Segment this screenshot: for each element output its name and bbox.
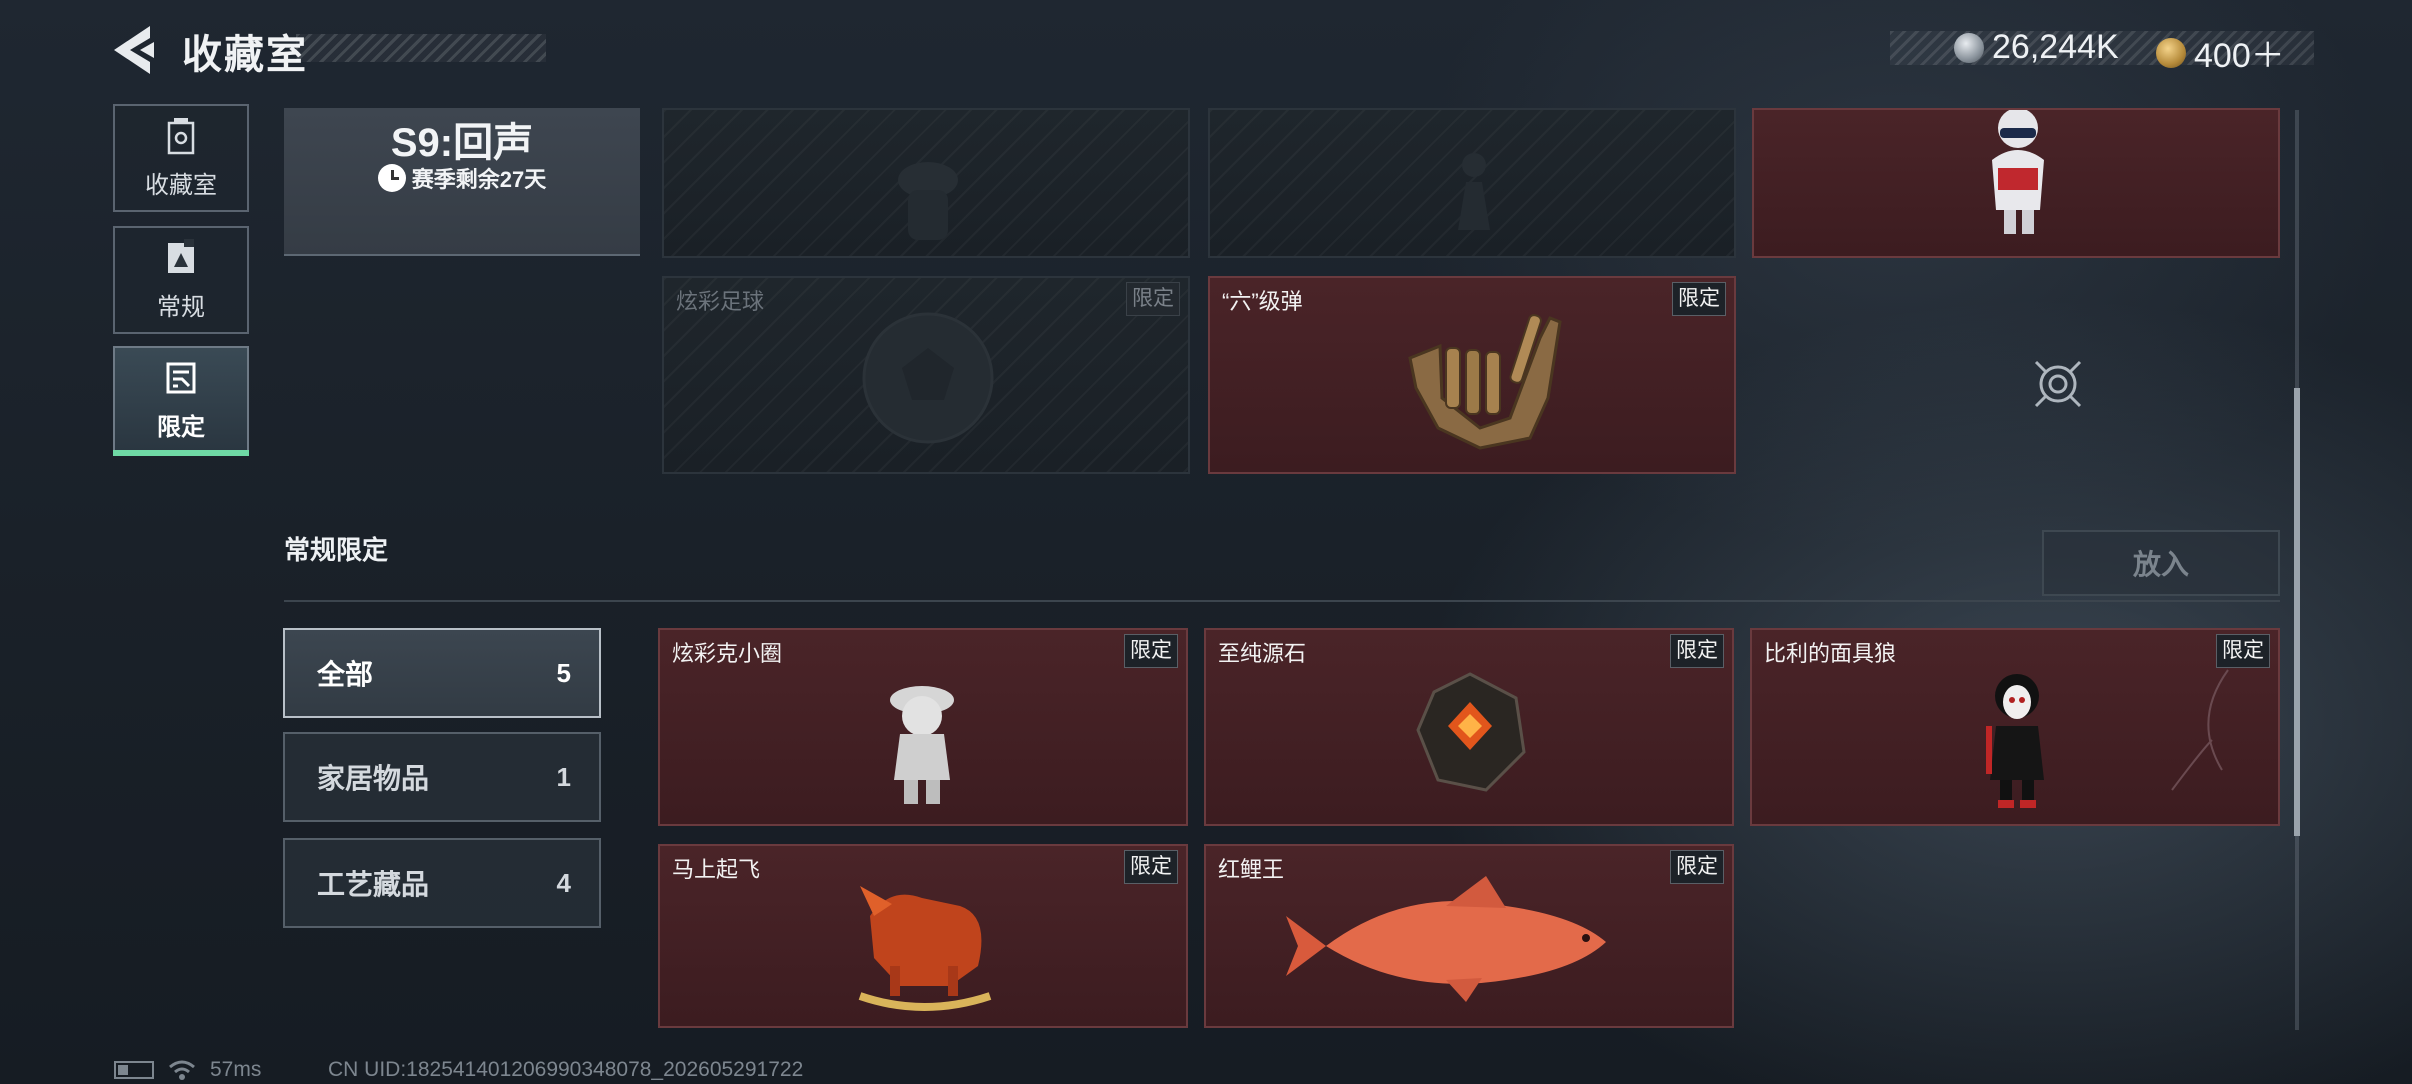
- currency-silver-value: 26,244K: [1992, 28, 2119, 66]
- scrollbar-thumb[interactable]: [2294, 388, 2300, 836]
- season-item-slot-1[interactable]: [662, 108, 1190, 258]
- robot-figure-icon: [1992, 110, 2044, 234]
- currency-gold[interactable]: 400＋: [2156, 28, 2285, 77]
- filter-count: 1: [556, 761, 571, 792]
- currency-silver: 26,244K: [1954, 28, 2119, 67]
- nav-regular-label: 常规: [157, 293, 205, 321]
- regular-item-2[interactable]: 至纯源石 限定: [1204, 628, 1734, 826]
- battery-icon: [114, 1061, 154, 1079]
- page-title: 收藏室: [182, 33, 308, 77]
- add-slot-target-icon[interactable]: [2032, 358, 2084, 410]
- nav-regular[interactable]: 常规: [113, 226, 249, 334]
- season-item-football[interactable]: 炫彩足球 限定: [662, 276, 1190, 474]
- nav-collection-label: 收藏室: [145, 171, 217, 199]
- nav-active-indicator: [113, 450, 249, 456]
- filter-home-items[interactable]: 家居物品 1: [283, 732, 601, 822]
- uid-text: CN UID:18254140120699034807​8_2026052917…: [328, 1058, 804, 1081]
- nav-limited-label: 限定: [157, 413, 205, 441]
- collection-icon: [167, 117, 195, 154]
- figure-silhouette-icon: [898, 162, 958, 240]
- season-item-slot-2[interactable]: [1208, 108, 1736, 258]
- red-carp-icon: [1286, 876, 1606, 1002]
- section-divider: [284, 600, 2280, 602]
- season-item-slot-3[interactable]: [1752, 108, 2280, 258]
- filter-count: 5: [556, 657, 571, 688]
- filter-label: 工艺藏品: [317, 869, 430, 900]
- limited-tag: 限定: [1124, 850, 1178, 884]
- nav-collection[interactable]: 收藏室: [113, 104, 249, 212]
- item-name: 至纯源石: [1218, 641, 1307, 666]
- item-name: “六”级弹: [1222, 289, 1303, 314]
- limited-tag: 限定: [2216, 634, 2270, 668]
- season-remaining-text: 赛季剩余27天: [411, 167, 547, 192]
- limited-icon: [166, 362, 196, 393]
- season-remaining: 赛季剩余27天: [284, 162, 640, 194]
- back-arrow-icon: [114, 26, 154, 74]
- limited-tag: 限定: [1670, 634, 1724, 668]
- season-title: S9:回声: [390, 121, 534, 165]
- currency-gold-value: 400＋: [2194, 37, 2285, 75]
- ping-text: 57ms: [210, 1058, 262, 1081]
- status-bar: 57ms: [114, 1058, 261, 1082]
- limited-tag: 限定: [1126, 282, 1180, 316]
- season-item-bullet-hand[interactable]: “六”级弹 限定: [1208, 276, 1736, 474]
- regular-item-1[interactable]: 炫彩克小圈 限定: [658, 628, 1188, 826]
- filter-label: 家居物品: [317, 763, 430, 794]
- filter-label: 全部: [317, 659, 374, 690]
- regular-item-5[interactable]: 红鲤王 限定: [1204, 844, 1734, 1028]
- item-name: 马上起飞: [672, 857, 761, 882]
- silver-coin-icon: [1954, 32, 1984, 63]
- limited-tag: 限定: [1672, 282, 1726, 316]
- filter-count: 4: [556, 867, 571, 898]
- title-decoration: [296, 34, 546, 62]
- item-name: 红鲤王: [1218, 857, 1285, 882]
- item-name: 比利的面具狼: [1764, 641, 1897, 666]
- season-card: S9:回声 赛季剩余27天: [284, 108, 640, 256]
- regular-icon: [168, 238, 194, 273]
- nav-limited[interactable]: 限定: [113, 346, 249, 454]
- clock-icon: [377, 164, 406, 192]
- gold-coin-icon: [2156, 37, 2186, 68]
- regular-item-4[interactable]: 马上起飞 限定: [658, 844, 1188, 1028]
- regular-item-3[interactable]: 比利的面具狼 限定: [1750, 628, 2280, 826]
- section-title: 常规限定: [284, 535, 389, 565]
- wifi-icon: [169, 1060, 195, 1080]
- chess-silhouette-icon: [1458, 153, 1490, 230]
- filter-all[interactable]: 全部 5: [283, 628, 601, 718]
- put-in-button[interactable]: 放入: [2042, 530, 2280, 596]
- item-name: 炫彩足球: [676, 289, 765, 314]
- back-button[interactable]: [110, 24, 158, 76]
- item-name: 炫彩克小圈: [672, 641, 783, 666]
- limited-tag: 限定: [1670, 850, 1724, 884]
- filter-crafts[interactable]: 工艺藏品 4: [283, 838, 601, 928]
- limited-tag: 限定: [1124, 634, 1178, 668]
